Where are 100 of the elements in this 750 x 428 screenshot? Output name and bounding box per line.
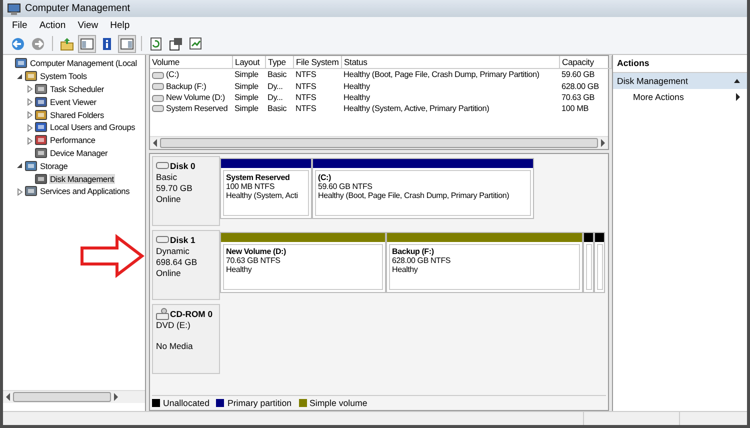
expand-icon[interactable]: [24, 110, 34, 120]
partition-name: New Volume (D:): [226, 247, 287, 256]
submenu-arrow-icon: [735, 93, 741, 101]
collapse-icon[interactable]: [733, 78, 741, 84]
tree-item[interactable]: Local Users and Groups: [49, 122, 136, 132]
partition-block[interactable]: (C:) 59.60 GB NTFS Healthy (Boot, Page File, Crash Dump, Primary Partition): [312, 158, 534, 219]
expand-icon[interactable]: [24, 122, 34, 132]
partition-block[interactable]: System Reserved 100 MB NTFS Healthy (System, Acti: [220, 158, 312, 219]
legend-label: Unallocated: [163, 398, 210, 408]
tree-item[interactable]: Computer Management (Local: [29, 58, 138, 68]
partition-status: Healthy (Boot, Page File, Crash Dump, Primary Partition): [318, 191, 510, 200]
disk-info: DVD (E:): [156, 320, 190, 330]
expand-icon[interactable]: [24, 136, 34, 145]
partition-block[interactable]: New Volume (D:) 70.63 GB NTFS Healthy: [220, 232, 386, 293]
back-icon[interactable]: [10, 36, 26, 52]
partition-block[interactable]: [583, 232, 594, 293]
table-cell: Basic: [268, 70, 287, 80]
scroll-right-icon[interactable]: [113, 393, 119, 401]
horizontal-scrollbar[interactable]: [3, 390, 145, 403]
disk-info: 698.64 GB: [156, 257, 198, 267]
actions-section[interactable]: Disk Management: [613, 73, 747, 89]
column-header[interactable]: Capacity: [560, 56, 612, 68]
expand-icon[interactable]: [14, 186, 24, 196]
tree-node-icon: [34, 133, 48, 148]
scroll-right-icon[interactable]: [600, 139, 606, 147]
legend-label: Primary partition: [227, 398, 292, 408]
tree-item[interactable]: System Tools: [39, 71, 88, 82]
table-cell: Dy...: [268, 93, 283, 102]
disk-name: Disk 0: [170, 161, 196, 171]
table-cell: Healthy (Boot, Page File, Crash Dump, Primary Partition): [344, 70, 540, 80]
tree-item[interactable]: Shared Folders: [49, 110, 105, 120]
disk-name: CD-ROM 0: [170, 309, 212, 319]
menu-item[interactable]: Action: [39, 20, 66, 30]
disk-info: No Media: [156, 341, 193, 351]
partition-name: Backup (F:): [392, 247, 435, 256]
column-header[interactable]: File System: [294, 56, 342, 68]
table-cell: (C:): [166, 70, 179, 80]
drive-icon: [152, 82, 164, 90]
tree-node-icon: [24, 158, 38, 173]
column-header[interactable]: Status: [342, 56, 560, 68]
window-title: Computer Management: [25, 3, 130, 14]
table-cell: Healthy (System, Active, Primary Partition): [344, 104, 490, 112]
tree-node-icon: [34, 172, 48, 186]
table-cell: Simple: [234, 104, 258, 112]
forward-icon[interactable]: [30, 36, 46, 52]
refresh-icon[interactable]: [148, 36, 164, 52]
cd-drive-icon: [156, 308, 169, 320]
chart-icon[interactable]: [188, 36, 204, 52]
table-cell: 628.00 GB: [562, 82, 599, 91]
tree-item[interactable]: Services and Applications: [39, 186, 131, 196]
scroll-left-icon[interactable]: [152, 139, 158, 147]
disk-drive-icon: [156, 160, 169, 172]
partition-status: Healthy (System, Acti: [226, 191, 299, 200]
tree-item[interactable]: Performance: [49, 135, 96, 146]
column-header[interactable]: Volume: [150, 56, 232, 68]
horizontal-scrollbar[interactable]: [150, 136, 608, 149]
tree-item[interactable]: Task Scheduler: [49, 84, 105, 94]
expand-icon[interactable]: [24, 84, 34, 94]
partition-block[interactable]: [594, 232, 605, 293]
table-cell: System Reserved: [166, 104, 228, 112]
tree-node-icon: [34, 82, 48, 96]
menu-item[interactable]: File: [12, 20, 28, 30]
disk-name: Disk 1: [170, 235, 196, 245]
tree-item[interactable]: Storage: [39, 160, 69, 171]
pane-icon[interactable]: [119, 36, 135, 52]
partition-status: Healthy: [392, 265, 419, 274]
arrow-annotation: [79, 234, 145, 278]
tree-node-icon: [34, 108, 48, 122]
table-cell: Healthy: [344, 93, 370, 102]
drive-icon: [152, 70, 164, 79]
table-cell: 70.63 GB: [562, 93, 594, 102]
table-cell: NTFS: [296, 70, 316, 80]
collapse-icon[interactable]: [14, 161, 24, 170]
up-folder-icon[interactable]: [59, 36, 75, 52]
table-cell: NTFS: [296, 82, 316, 91]
tree-item[interactable]: Disk Management: [49, 174, 115, 184]
collapse-icon[interactable]: [14, 72, 24, 81]
partition-block[interactable]: Backup (F:) 628.00 GB NTFS Healthy: [386, 232, 583, 293]
pane-icon[interactable]: [79, 36, 95, 52]
action-link[interactable]: More Actions: [613, 89, 747, 105]
table-cell: NTFS: [296, 104, 316, 112]
scroll-left-icon[interactable]: [5, 393, 11, 401]
table-cell: Backup (F:): [166, 82, 206, 91]
disk-info: Online: [156, 268, 181, 278]
menu-item[interactable]: Help: [110, 20, 130, 30]
drive-icon: [152, 94, 164, 102]
tree-item[interactable]: Device Manager: [49, 148, 109, 158]
partition-size: 628.00 GB NTFS: [392, 256, 452, 265]
column-header[interactable]: Type: [266, 56, 294, 68]
table-cell: Dy...: [268, 82, 283, 91]
tree-node-icon: [24, 69, 38, 84]
table-cell: NTFS: [296, 93, 316, 102]
column-header[interactable]: Layout: [232, 56, 266, 68]
legend-label: Simple volume: [310, 398, 368, 408]
partition-status: Healthy: [226, 265, 253, 274]
tree-node-icon: [34, 120, 48, 134]
disk-info: Basic: [156, 172, 178, 182]
expand-icon[interactable]: [24, 97, 34, 106]
tree-item[interactable]: Event Viewer: [49, 96, 98, 107]
menu-item[interactable]: View: [78, 20, 98, 30]
